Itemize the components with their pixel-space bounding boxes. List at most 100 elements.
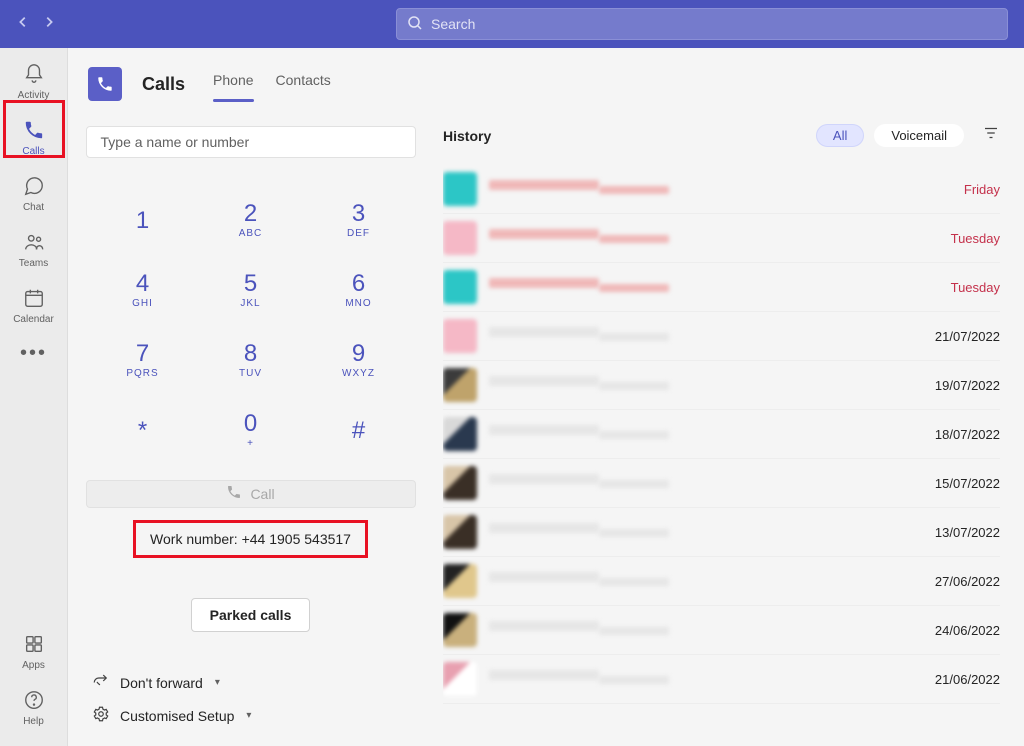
history-item[interactable]: 27/06/2022 [443, 557, 1000, 606]
filter-voicemail[interactable]: Voicemail [874, 124, 964, 147]
customised-setup[interactable]: Customised Setup ▾ [92, 705, 251, 726]
history-item[interactable]: 21/07/2022 [443, 312, 1000, 361]
history-item[interactable]: 24/06/2022 [443, 606, 1000, 655]
caller-sub-redacted [599, 627, 669, 635]
caller-sub-redacted [599, 333, 669, 341]
keypad-1[interactable]: 1 [89, 186, 197, 256]
dial-input[interactable]: Type a name or number [86, 126, 416, 158]
keypad-*[interactable]: * [89, 396, 197, 466]
call-time: 21/06/2022 [935, 672, 1000, 687]
rail-chat[interactable]: Chat [6, 168, 62, 220]
history-item[interactable]: 13/07/2022 [443, 508, 1000, 557]
caller-sub-redacted [599, 186, 669, 194]
call-info [489, 572, 927, 591]
call-button[interactable]: Call [86, 480, 416, 508]
avatar [443, 662, 477, 696]
avatar [443, 417, 477, 451]
rail-more[interactable]: ••• [20, 342, 47, 365]
rail-activity[interactable]: Activity [6, 56, 62, 108]
keypad-3[interactable]: 3DEF [305, 186, 413, 256]
rail-help[interactable]: Help [6, 682, 62, 734]
call-info [489, 229, 943, 248]
keypad-7[interactable]: 7 PQRS [89, 326, 197, 396]
call-info [489, 180, 956, 199]
avatar [443, 466, 477, 500]
bell-icon [23, 63, 45, 88]
call-button-label: Call [250, 486, 274, 502]
call-time: 15/07/2022 [935, 476, 1000, 491]
call-info [489, 376, 927, 395]
caller-name-redacted [489, 376, 599, 386]
tab-phone[interactable]: Phone [213, 66, 253, 102]
keypad-digit: 5 [244, 272, 257, 296]
keypad-#[interactable]: # [305, 396, 413, 466]
caller-sub-redacted [599, 284, 669, 292]
keypad-5[interactable]: 5 JKL [197, 256, 305, 326]
phone-icon [23, 119, 45, 144]
search-input[interactable]: Search [396, 8, 1008, 40]
call-info [489, 474, 927, 493]
keypad-6[interactable]: 6MNO [305, 256, 413, 326]
keypad-9[interactable]: 9 WXYZ [305, 326, 413, 396]
search-placeholder: Search [431, 16, 475, 32]
caller-name-redacted [489, 523, 599, 533]
keypad-0[interactable]: 0+ [197, 396, 305, 466]
history-item[interactable]: Tuesday [443, 214, 1000, 263]
caller-name-redacted [489, 474, 599, 484]
keypad-4[interactable]: 4GHI [89, 256, 197, 326]
work-number: Work number: +44 1905 543517 [133, 520, 368, 558]
caller-sub-redacted [599, 235, 669, 243]
caller-name-redacted [489, 229, 599, 239]
rail-calendar[interactable]: Calendar [6, 280, 62, 332]
keypad-sublabel: WXYZ [342, 368, 375, 379]
avatar [443, 613, 477, 647]
keypad-sublabel: PQRS [126, 368, 158, 379]
history-item[interactable]: 15/07/2022 [443, 459, 1000, 508]
keypad-sublabel: GHI [132, 298, 153, 309]
history-item[interactable]: Tuesday [443, 263, 1000, 312]
history-panel: History All Voicemail FridayTuesdayTuesd… [433, 102, 1024, 746]
parked-calls-button[interactable]: Parked calls [191, 598, 311, 632]
apps-icon [23, 633, 45, 658]
keypad-8[interactable]: 8TUV [197, 326, 305, 396]
rail-apps[interactable]: Apps [6, 626, 62, 678]
caller-sub-redacted [599, 480, 669, 488]
call-info [489, 523, 927, 542]
call-info [489, 670, 927, 689]
app-rail: Activity Calls Chat Teams Calendar ••• A… [0, 48, 68, 746]
caller-sub-redacted [599, 578, 669, 586]
keypad-digit: 9 [352, 342, 365, 366]
page-title: Calls [142, 74, 185, 95]
history-item[interactable]: 18/07/2022 [443, 410, 1000, 459]
chat-icon [23, 175, 45, 200]
call-time: 24/06/2022 [935, 623, 1000, 638]
keypad-2[interactable]: 2 ABC [197, 186, 305, 256]
forward-setting[interactable]: Don't forward ▾ [92, 672, 251, 693]
chevron-down-icon: ▾ [215, 677, 220, 688]
tab-contacts[interactable]: Contacts [276, 66, 331, 102]
rail-calls[interactable]: Calls [6, 112, 62, 164]
call-time: 19/07/2022 [935, 378, 1000, 393]
keypad-sublabel: ABC [239, 228, 263, 239]
caller-name-redacted [489, 425, 599, 435]
rail-teams[interactable]: Teams [6, 224, 62, 276]
filter-all[interactable]: All [816, 124, 864, 147]
teams-icon [23, 231, 45, 256]
page-header: Calls Phone Contacts [68, 48, 1024, 102]
keypad-sublabel: JKL [240, 298, 260, 309]
calendar-icon [23, 287, 45, 312]
history-item[interactable]: Friday [443, 165, 1000, 214]
filter-icon[interactable] [982, 124, 1000, 147]
keypad-digit: # [352, 419, 365, 443]
title-bar: Search [0, 0, 1024, 48]
nav-back-button[interactable] [16, 15, 30, 34]
history-item[interactable]: 19/07/2022 [443, 361, 1000, 410]
history-item[interactable]: 21/06/2022 [443, 655, 1000, 704]
avatar [443, 564, 477, 598]
keypad-digit: 2 [244, 202, 257, 226]
keypad-digit: 6 [352, 272, 365, 296]
dial-input-placeholder: Type a name or number [101, 134, 250, 150]
keypad-digit: 7 [136, 342, 149, 366]
nav-forward-button[interactable] [42, 15, 56, 34]
avatar [443, 368, 477, 402]
